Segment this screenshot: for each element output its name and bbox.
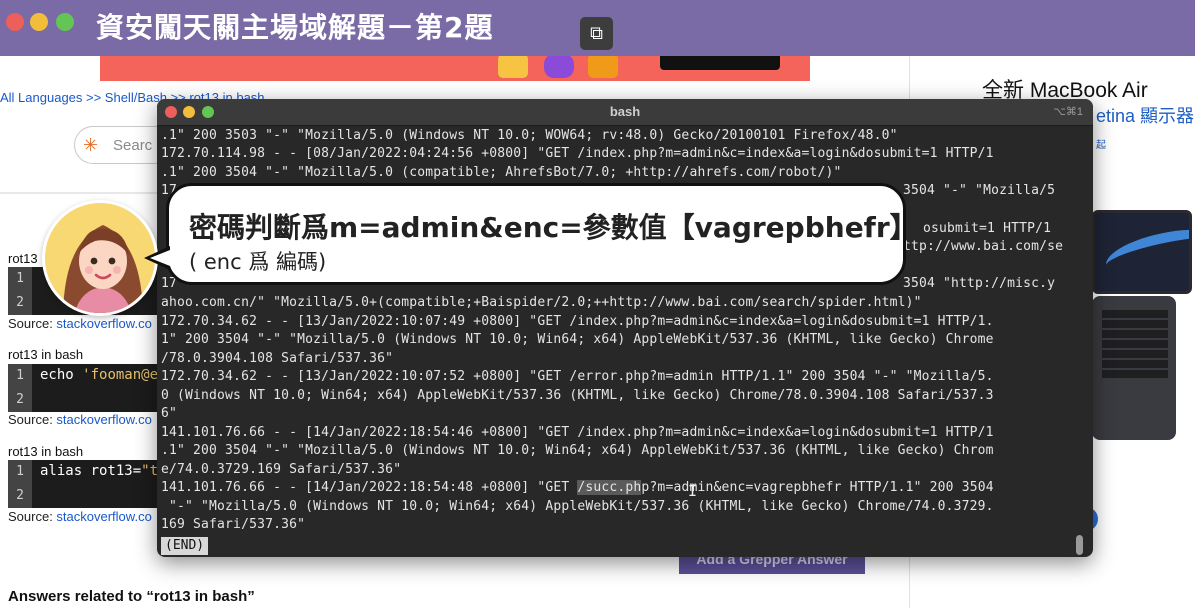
line-number: 2	[8, 484, 32, 508]
log-line: 172.70.34.62 - - [13/Jan/2022:10:07:52 +…	[161, 369, 994, 384]
log-line-partial: osubmit=1 HTTP/1	[923, 221, 1052, 236]
log-line-partial: 3504 "-" "Mozilla/5	[903, 183, 1056, 198]
log-line: .1" 200 3504 "-" "Mozilla/5.0 (Windows N…	[161, 443, 994, 458]
log-line: 141.101.76.66 - - [14/Jan/2022:18:54:46 …	[161, 425, 994, 440]
answers-heading: Answers related to “rot13 in bash”	[8, 588, 255, 605]
line-number: 2	[8, 388, 32, 412]
terminal-window[interactable]: bash ⌥⌘1 .1" 200 3503 "-" "Mozilla/5.0 (…	[157, 99, 1093, 557]
log-line: "-" "Mozilla/5.0 (Windows NT 10.0; Win64…	[161, 499, 994, 514]
log-line: .1" 200 3504 "-" "Mozilla/5.0 (compatibl…	[161, 165, 842, 180]
terminal-title: bash	[609, 104, 641, 119]
mac-ad-link[interactable]: 起	[1096, 136, 1106, 151]
code-keyword: alias rot13=	[40, 463, 142, 479]
wallpaper-wave	[1102, 220, 1189, 286]
source-line: Source: stackoverflow.co	[8, 412, 152, 427]
log-line: .1" 200 3503 "-" "Mozilla/5.0 (Windows N…	[161, 128, 898, 143]
source-label: Source:	[8, 412, 57, 427]
terminal-shortcut: ⌥⌘1	[1053, 106, 1083, 118]
line-number: 1	[8, 460, 32, 484]
log-line: 1" 200 3504 "-" "Mozilla/5.0 (Windows NT…	[161, 332, 994, 347]
ad-learn-more-button[interactable]	[660, 54, 780, 70]
minimize-dot-icon[interactable]	[30, 13, 48, 31]
mac-ad-subtitle: etina 顯示器	[1096, 106, 1195, 126]
speech-bubble-tail-inner	[150, 250, 170, 266]
search-placeholder: Searc	[113, 137, 153, 154]
line-number: 1	[8, 267, 32, 291]
terminal-titlebar[interactable]: bash ⌥⌘1	[157, 99, 1093, 126]
ad-app-icon	[544, 54, 574, 78]
log-line: 169 Safari/537.36"	[161, 517, 306, 532]
ad-app-icon	[588, 54, 618, 78]
log-line: ahoo.com.cn/" "Mozilla/5.0+(compatible;+…	[161, 295, 922, 310]
log-line: e/74.0.3729.169 Safari/537.36"	[161, 462, 402, 477]
log-line: /78.0.3904.108 Safari/537.36"	[161, 351, 394, 366]
snippet-title: rot13 in bash	[8, 347, 84, 362]
pager-end-marker: (END)	[161, 537, 209, 555]
bubble-main-text: 密碼判斷爲m=admin&enc=參數值【vagrepbhefr】	[189, 211, 918, 244]
picture-in-picture-exit-icon[interactable]: ⧉	[580, 17, 613, 50]
ibeam-cursor-icon: I	[688, 482, 698, 500]
source-link[interactable]: stackoverflow.co	[56, 412, 151, 427]
ad-app-icon	[498, 54, 528, 78]
speech-bubble: 密碼判斷爲m=admin&enc=參數值【vagrepbhefr】 ( enc …	[166, 183, 918, 285]
source-label: Source:	[8, 509, 57, 524]
source-link[interactable]: stackoverflow.co	[56, 316, 151, 331]
selected-text[interactable]: /succ.ph	[577, 480, 642, 495]
code-keyword: echo	[40, 367, 83, 383]
source-line: Source: stackoverflow.co	[8, 316, 152, 331]
keyboard-keys	[1102, 308, 1168, 378]
bubble-sub-text: ( enc 爲 編碼)	[189, 250, 327, 274]
log-line: 172.70.34.62 - - [13/Jan/2022:10:07:49 +…	[161, 314, 994, 329]
terminal-scrollbar[interactable]	[1076, 535, 1083, 555]
log-line: 0 (Windows NT 10.0; Win64; x64) AppleWeb…	[161, 388, 994, 403]
macbook-keyboard	[1092, 296, 1176, 440]
code-text: alias rot13="t	[40, 463, 158, 479]
code-block[interactable]: 1 2 alias rot13="t	[8, 460, 158, 508]
source-link[interactable]: stackoverflow.co	[56, 509, 151, 524]
log-line-partial: 3504 "http://misc.y	[903, 276, 1056, 291]
source-line: Source: stackoverflow.co	[8, 509, 152, 524]
close-dot-icon[interactable]	[6, 13, 24, 31]
log-line: 6"	[161, 406, 178, 421]
log-line-highlighted[interactable]: 141.101.76.66 - - [14/Jan/2022:18:54:48 …	[161, 479, 994, 497]
code-text: echo 'fooman@e	[40, 367, 158, 383]
video-title-bar: 資安闖天關主場域解題－第2題 ⧉	[0, 0, 1195, 56]
macbook-image[interactable]	[1092, 210, 1192, 440]
log-line: 172.70.114.98 - - [08/Jan/2022:04:24:56 …	[161, 146, 994, 161]
log-text: 141.101.76.66 - - [14/Jan/2022:18:54:48 …	[161, 480, 578, 495]
screen: All Languages >> Shell/Bash >> rot13 in …	[0, 0, 1195, 608]
code-string: 'fooman@e	[82, 367, 159, 383]
maximize-dot-icon[interactable]	[56, 13, 74, 31]
ad-banner[interactable]	[100, 54, 810, 81]
grepper-logo-icon: ✳	[83, 135, 99, 155]
macbook-screen	[1092, 210, 1192, 294]
source-label: Source:	[8, 316, 57, 331]
presenter-avatar	[42, 200, 158, 316]
log-line-partial: ttp://www.bai.com/se	[903, 239, 1064, 254]
line-number: 2	[8, 291, 32, 315]
snippet-title: rot13 in bash	[8, 444, 84, 459]
snippet-title: rot13	[8, 251, 38, 266]
divider	[0, 192, 165, 194]
code-string: "t	[141, 463, 159, 479]
video-title: 資安闖天關主場域解題－第2題	[96, 11, 494, 44]
code-block[interactable]: 1 2 echo 'fooman@e	[8, 364, 158, 412]
line-number: 1	[8, 364, 32, 388]
